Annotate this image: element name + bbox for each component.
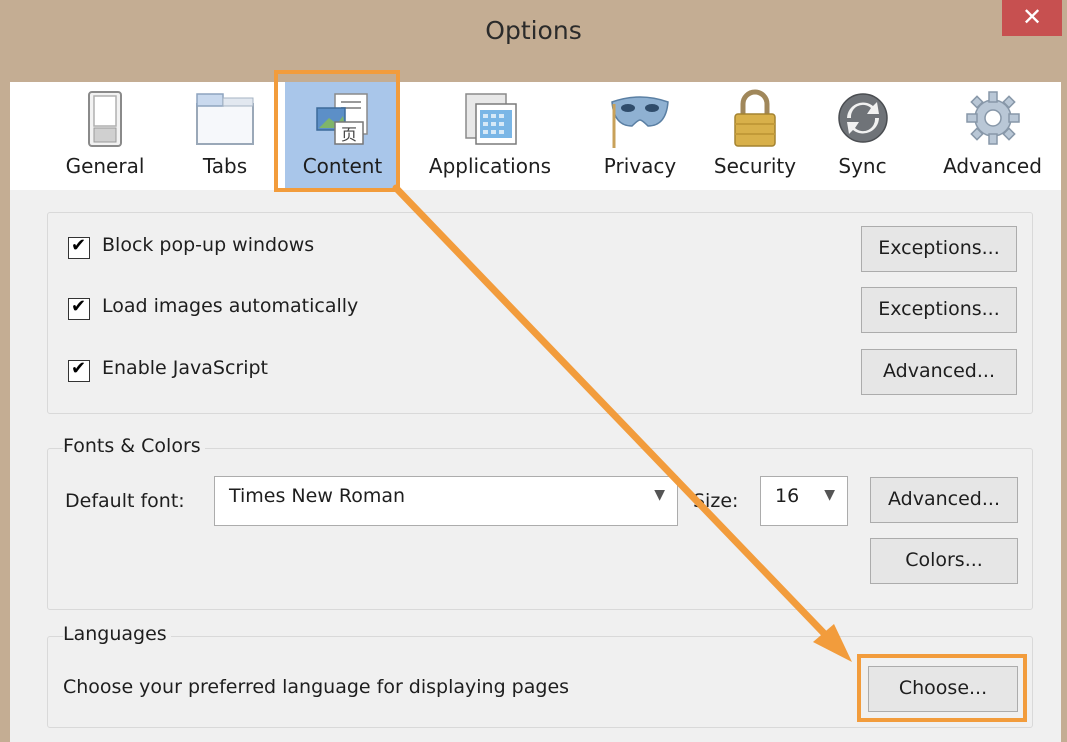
fonts-colors-heading: Fonts & Colors [63, 435, 205, 457]
images-exceptions-button[interactable]: Exceptions... [861, 287, 1017, 333]
fonts-colors-group [47, 448, 1033, 610]
font-size-value: 16 [775, 485, 800, 507]
tab-privacy[interactable]: Privacy [585, 82, 695, 190]
languages-heading: Languages [63, 623, 171, 645]
block-popups-checkbox[interactable] [68, 235, 90, 259]
default-font-dropdown[interactable]: Times New Roman ▼ [214, 476, 678, 526]
enable-javascript-checkbox[interactable] [68, 358, 90, 382]
security-lock-icon [734, 89, 776, 147]
tab-advanced-label: Advanced [943, 154, 1042, 178]
tab-applications-label: Applications [428, 154, 552, 178]
general-switch-icon [88, 91, 122, 147]
tab-privacy-label: Privacy [603, 154, 677, 178]
colors-button[interactable]: Colors... [870, 538, 1018, 584]
close-button[interactable]: ✕ [1002, 0, 1062, 36]
window-title: Options [485, 16, 582, 45]
privacy-mask-icon [611, 96, 669, 148]
tab-general[interactable]: General [50, 82, 160, 190]
load-images-label: Load images automatically [102, 295, 359, 317]
chevron-down-icon: ▼ [654, 487, 665, 503]
enable-javascript-label: Enable JavaScript [102, 357, 268, 379]
javascript-advanced-button[interactable]: Advanced... [861, 349, 1017, 395]
tabs-icon [196, 93, 254, 145]
chevron-down-icon: ▼ [824, 487, 835, 503]
tab-sync-label: Sync [838, 154, 887, 178]
tab-tabs-label: Tabs [202, 154, 248, 178]
tab-security[interactable]: Security [700, 82, 810, 190]
popup-exceptions-button[interactable]: Exceptions... [861, 226, 1017, 272]
title-bar: Options ✕ [0, 0, 1067, 82]
font-size-label: Size: [693, 490, 739, 512]
default-font-value: Times New Roman [229, 485, 406, 507]
fonts-advanced-button[interactable]: Advanced... [870, 477, 1018, 523]
tab-security-label: Security [713, 154, 797, 178]
advanced-gear-icon [965, 91, 1020, 145]
tab-tabs[interactable]: Tabs [170, 82, 280, 190]
sync-icon [837, 93, 888, 143]
tab-applications[interactable]: Applications [415, 82, 565, 190]
languages-description: Choose your preferred language for displ… [63, 676, 570, 698]
options-toolbar: General Tabs 页 Content Applications Priv… [10, 82, 1061, 191]
tab-advanced[interactable]: Advanced [930, 82, 1055, 190]
tab-sync[interactable]: Sync [820, 82, 905, 190]
content-tab-highlight [274, 70, 400, 192]
tab-general-label: General [65, 154, 145, 178]
applications-icon [465, 93, 517, 145]
choose-button-highlight [857, 654, 1027, 722]
default-font-label: Default font: [65, 490, 185, 512]
font-size-dropdown[interactable]: 16 ▼ [760, 476, 848, 526]
options-window: Options ✕ General Tabs 页 Content Applica… [0, 0, 1067, 742]
block-popups-label: Block pop-up windows [102, 234, 315, 256]
load-images-checkbox[interactable] [68, 296, 90, 320]
